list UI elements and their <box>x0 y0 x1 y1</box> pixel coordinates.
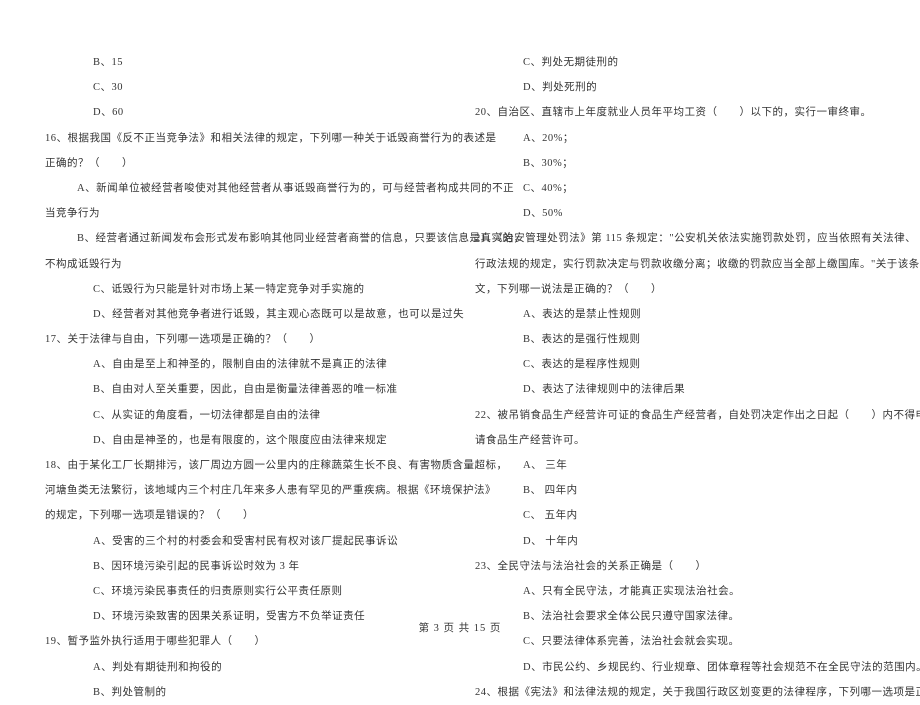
text-line: 的规定，下列哪一选项是错误的？（ ） <box>45 503 445 528</box>
text-line: D、50% <box>475 201 875 226</box>
text-line: B、经营者通过新闻发布会形式发布影响其他同业经营者商誉的信息，只要该信息是真实的… <box>45 226 445 251</box>
text-line: 24、根据《宪法》和法律法规的规定，关于我国行政区划变更的法律程序，下列哪一选项… <box>475 680 875 705</box>
text-line: B、判处管制的 <box>45 680 445 705</box>
text-line: D、判处死刑的 <box>475 75 875 100</box>
text-line: 16、根据我国《反不正当竞争法》和相关法律的规定，下列哪一种关于诋毁商誉行为的表… <box>45 126 445 151</box>
right-column: C、判处无期徒刑的D、判处死刑的20、自治区、直辖市上年度就业人员年平均工资（ … <box>460 50 890 570</box>
text-line: C、40%； <box>475 176 875 201</box>
text-line: A、判处有期徒刑和拘役的 <box>45 655 445 680</box>
text-line: 文，下列哪一说法是正确的？（ ） <box>475 277 875 302</box>
text-line: 不构成诋毁行为 <box>45 252 445 277</box>
text-line: 请食品生产经营许可。 <box>475 428 875 453</box>
page-footer: 第 3 页 共 15 页 <box>0 620 920 635</box>
text-line: A、20%； <box>475 126 875 151</box>
text-line: 当竞争行为 <box>45 201 445 226</box>
text-line: C、30 <box>45 75 445 100</box>
text-line: C、判处无期徒刑的 <box>475 50 875 75</box>
text-line: A、只有全民守法，才能真正实现法治社会。 <box>475 579 875 604</box>
text-line: 22、被吊销食品生产经营许可证的食品生产经营者，自处罚决定作出之日起（ ）内不得… <box>475 403 875 428</box>
text-line: D、市民公约、乡规民约、行业规章、团体章程等社会规范不在全民守法的范围内。 <box>475 655 875 680</box>
text-line: C、 五年内 <box>475 503 875 528</box>
text-line: A、表达的是禁止性规则 <box>475 302 875 327</box>
text-line: B、自由对人至关重要，因此，自由是衡量法律善恶的唯一标准 <box>45 377 445 402</box>
text-line: 河塘鱼类无法繁衍，该地域内三个村庄几年来多人患有罕见的严重疾病。根据《环境保护法… <box>45 478 445 503</box>
text-line: A、新闻单位被经营者唆使对其他经营者从事诋毁商誉行为的，可与经营者构成共同的不正 <box>45 176 445 201</box>
text-line: C、表达的是程序性规则 <box>475 352 875 377</box>
text-line: C、从实证的角度看，一切法律都是自由的法律 <box>45 403 445 428</box>
text-line: B、因环境污染引起的民事诉讼时效为 3 年 <box>45 554 445 579</box>
text-line: 20、自治区、直辖市上年度就业人员年平均工资（ ）以下的，实行一审终审。 <box>475 100 875 125</box>
text-line: D、经营者对其他竞争者进行诋毁，其主观心态既可以是故意，也可以是过失 <box>45 302 445 327</box>
text-line: 21、《治安管理处罚法》第 115 条规定："公安机关依法实施罚款处罚，应当依照… <box>475 226 875 251</box>
text-line: B、 四年内 <box>475 478 875 503</box>
text-line: A、 三年 <box>475 453 875 478</box>
document-page: B、15C、30D、6016、根据我国《反不正当竞争法》和相关法律的规定，下列哪… <box>0 0 920 610</box>
text-line: 行政法规的规定，实行罚款决定与罚款收缴分离；收缴的罚款应当全部上缴国库。"关于该… <box>475 252 875 277</box>
text-line: D、 十年内 <box>475 529 875 554</box>
text-line: A、自由是至上和神圣的，限制自由的法律就不是真正的法律 <box>45 352 445 377</box>
text-line: D、表达了法律规则中的法律后果 <box>475 377 875 402</box>
text-line: C、诋毁行为只能是针对市场上某一特定竞争对手实施的 <box>45 277 445 302</box>
text-line: 23、全民守法与法治社会的关系正确是（ ） <box>475 554 875 579</box>
text-line: D、自由是神圣的，也是有限度的，这个限度应由法律来规定 <box>45 428 445 453</box>
text-line: B、15 <box>45 50 445 75</box>
text-line: A、受害的三个村的村委会和受害村民有权对该厂提起民事诉讼 <box>45 529 445 554</box>
text-line: D、60 <box>45 100 445 125</box>
text-line: B、表达的是强行性规则 <box>475 327 875 352</box>
text-line: 18、由于某化工厂长期排污，该厂周边方圆一公里内的庄稼蔬菜生长不良、有害物质含量… <box>45 453 445 478</box>
left-column: B、15C、30D、6016、根据我国《反不正当竞争法》和相关法律的规定，下列哪… <box>30 50 460 570</box>
text-line: C、环境污染民事责任的归责原则实行公平责任原则 <box>45 579 445 604</box>
text-line: 正确的？（ ） <box>45 151 445 176</box>
text-line: B、30%； <box>475 151 875 176</box>
text-line: 17、关于法律与自由，下列哪一选项是正确的？（ ） <box>45 327 445 352</box>
